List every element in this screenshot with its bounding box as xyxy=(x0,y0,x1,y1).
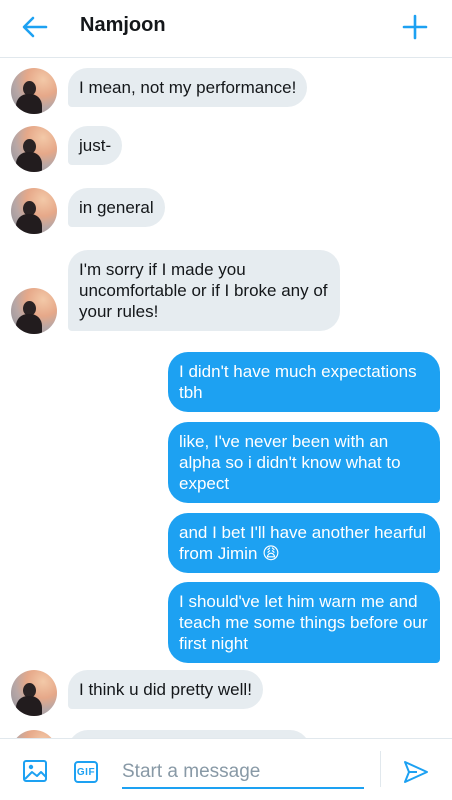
message-input[interactable] xyxy=(122,757,364,789)
add-gif-button[interactable]: GIF xyxy=(72,759,100,785)
arrow-left-icon xyxy=(22,16,48,38)
outgoing-message[interactable]: like, I've never been with an alpha so i… xyxy=(168,422,440,503)
send-button[interactable] xyxy=(400,757,432,787)
outgoing-message[interactable]: I should've let him warn me and teach me… xyxy=(168,582,440,663)
avatar[interactable] xyxy=(11,730,57,738)
message-composer: GIF xyxy=(0,738,452,800)
add-image-button[interactable] xyxy=(20,757,50,785)
avatar[interactable] xyxy=(11,68,57,114)
conversation-title: Namjoon xyxy=(80,14,166,36)
avatar[interactable] xyxy=(11,126,57,172)
back-button[interactable] xyxy=(18,12,52,42)
incoming-message[interactable]: I mean, not my performance! xyxy=(68,68,308,107)
message-row: I'm sorry if I made you uncomfortable or… xyxy=(0,250,452,334)
image-icon xyxy=(23,760,47,782)
message-list[interactable]: I mean, not my performance! just- in gen… xyxy=(0,58,452,738)
incoming-message[interactable]: just- xyxy=(68,126,123,165)
avatar[interactable] xyxy=(11,188,57,234)
message-row xyxy=(0,730,452,738)
incoming-message[interactable] xyxy=(68,730,310,738)
outgoing-message[interactable]: I didn't have much expectations tbh xyxy=(168,352,440,412)
composer-divider xyxy=(380,751,381,787)
message-row: just- xyxy=(0,126,452,172)
avatar[interactable] xyxy=(11,670,57,716)
incoming-message[interactable]: in general xyxy=(68,188,165,227)
incoming-message[interactable]: I'm sorry if I made you uncomfortable or… xyxy=(68,250,340,331)
message-row: I mean, not my performance! xyxy=(0,68,452,114)
outgoing-message[interactable]: and I bet I'll have another hearful from… xyxy=(168,513,440,573)
message-row: in general xyxy=(0,188,452,234)
message-row: I think u did pretty well! xyxy=(0,670,452,716)
plus-icon xyxy=(402,14,428,40)
conversation-header: Namjoon xyxy=(0,0,452,58)
incoming-message[interactable]: I think u did pretty well! xyxy=(68,670,263,709)
send-icon xyxy=(404,761,428,783)
new-button[interactable] xyxy=(398,10,432,44)
avatar[interactable] xyxy=(11,288,57,334)
gif-icon: GIF xyxy=(74,761,98,783)
